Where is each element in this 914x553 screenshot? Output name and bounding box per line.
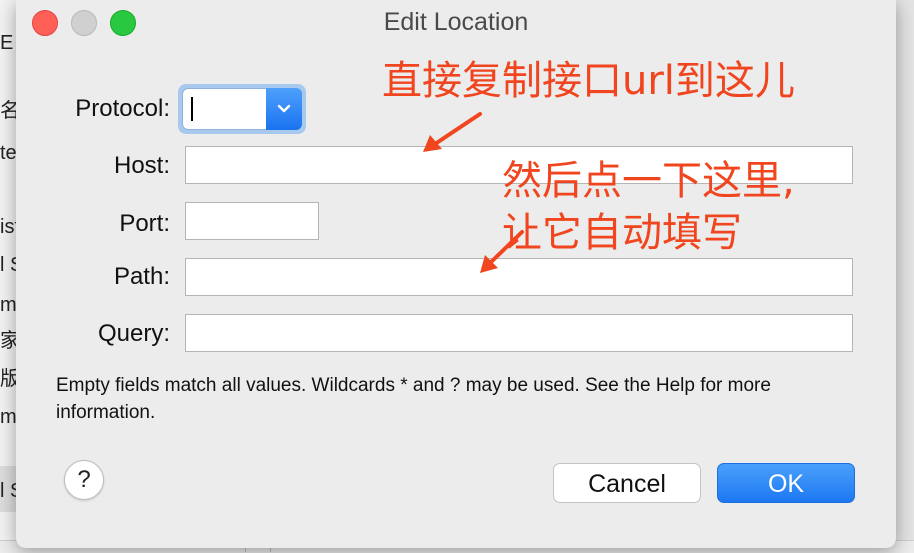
annotation-arrows	[423, 112, 524, 273]
background-text-fragment: 版	[0, 368, 16, 390]
background-text-fragment: E	[0, 32, 14, 54]
background-text-fragment: m	[0, 406, 16, 428]
edit-location-dialog: Edit Location Protocol: Host: Port: Path…	[16, 0, 896, 548]
background-text-fragment: l S	[0, 480, 16, 502]
arrow-to-host-icon	[423, 112, 482, 152]
arrow-to-path-icon	[480, 230, 524, 273]
background-text-fragment: m	[0, 294, 16, 316]
